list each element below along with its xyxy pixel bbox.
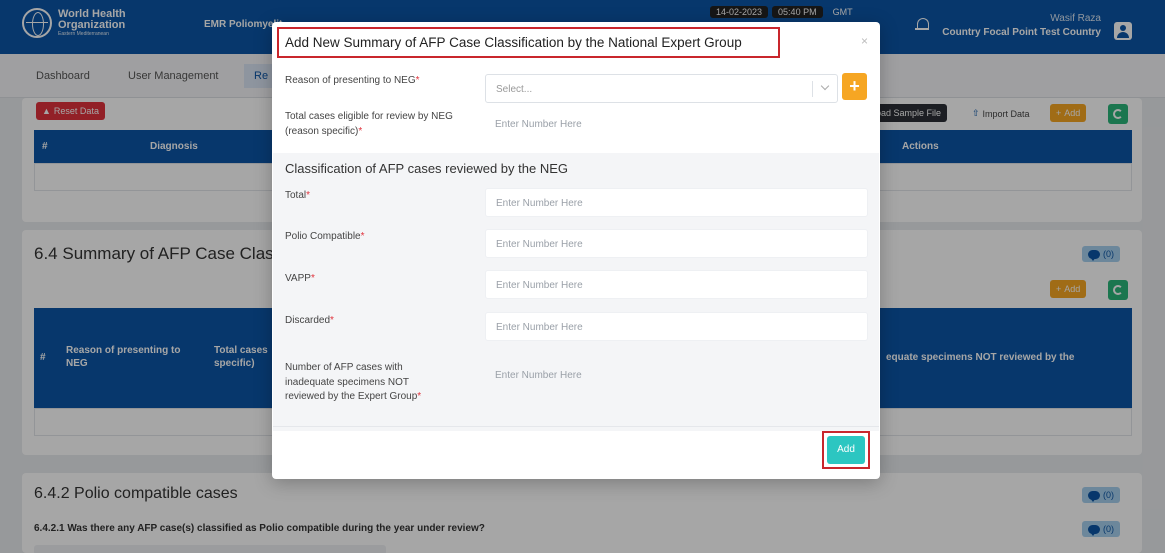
total-input[interactable]: Enter Number Here [485,188,868,217]
reason-label: Reason of presenting to NEG* [285,74,420,89]
polio-compatible-input[interactable]: Enter Number Here [485,229,868,258]
close-icon[interactable]: × [861,34,868,48]
modal-footer-divider [273,426,879,427]
required-marker: * [417,391,422,402]
add-summary-modal: Add New Summary of AFP Case Classificati… [272,22,880,479]
inadequate-specimens-label: Number of AFP cases with inadequate spec… [285,361,450,405]
inadequate-specimens-label-text: Number of AFP cases with inadequate spec… [285,362,418,402]
required-marker: * [330,315,334,326]
inadequate-specimens-input[interactable]: Enter Number Here [485,361,868,390]
select-separator [812,81,813,97]
discarded-label: Discarded* [285,314,334,329]
reason-select-placeholder: Select... [496,84,533,95]
discarded-label-text: Discarded [285,315,331,326]
reason-label-text: Reason of presenting to NEG [285,75,416,86]
vapp-label: VAPP* [285,272,315,287]
vapp-input[interactable]: Enter Number Here [485,270,868,299]
required-marker: * [306,190,311,201]
total-label-text: Total [285,190,307,201]
required-marker: * [360,231,365,242]
required-marker: * [358,125,363,137]
total-eligible-label: Total cases eligible for review by NEG (… [285,110,460,139]
chevron-down-icon[interactable] [820,81,830,91]
add-submit-button[interactable]: Add [827,436,865,464]
vapp-label-text: VAPP [285,273,311,284]
total-eligible-input[interactable]: Enter Number Here [485,110,868,139]
total-label: Total* [285,189,310,204]
add-reason-button[interactable]: + [842,73,867,100]
modal-title: Add New Summary of AFP Case Classificati… [277,27,780,58]
reason-select[interactable]: Select... [485,74,838,103]
polio-compatible-label-text: Polio Compatible [285,231,361,242]
required-marker: * [310,273,315,284]
add-button-highlight: Add [822,431,870,469]
classification-heading: Classification of AFP cases reviewed by … [285,161,568,176]
discarded-input[interactable]: Enter Number Here [485,312,868,341]
total-eligible-label-text: Total cases eligible for review by NEG (… [285,111,453,137]
required-marker: * [415,75,420,86]
polio-compatible-label: Polio Compatible* [285,230,365,245]
